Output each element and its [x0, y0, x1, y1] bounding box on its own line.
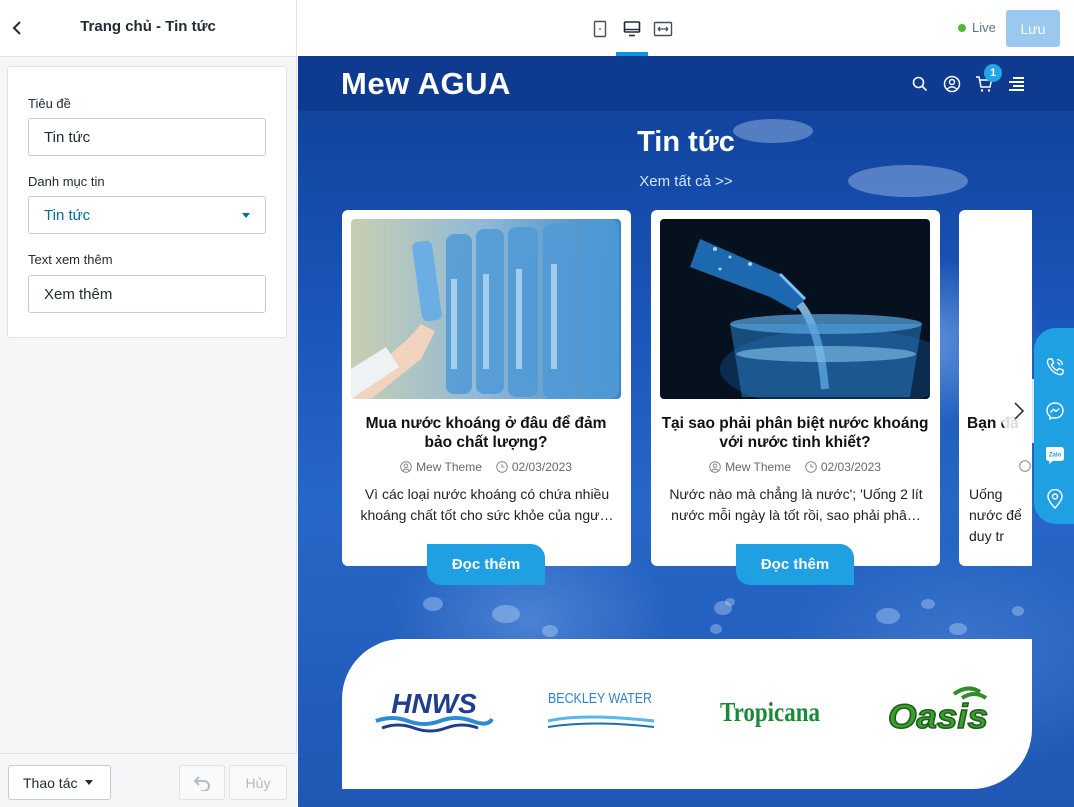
hnws-logo: HNWS: [375, 688, 494, 733]
live-label: Live: [972, 20, 996, 35]
article-excerpt: Vì các loại nước khoáng có chứa nhiều kh…: [360, 486, 614, 523]
article-meta: Mew Theme 02/03/2023: [660, 460, 930, 474]
more-text-label: Text xem thêm: [28, 252, 113, 267]
article-excerpt: Uống nước để duy tr: [969, 486, 1022, 544]
brand-hnws-text: HNWS: [391, 688, 477, 719]
title-label: Tiêu đề: [28, 96, 71, 111]
bottles-image: [351, 219, 621, 399]
tropicana-logo: Tropicana: [720, 697, 820, 727]
header-menu[interactable]: [1006, 74, 1026, 94]
see-all-link[interactable]: Xem tất cả >>: [298, 173, 1074, 190]
caret-down-icon: [85, 780, 94, 785]
menu-icon: [1009, 77, 1024, 91]
article-author: Mew Theme: [416, 460, 482, 474]
site-logo[interactable]: Mew AGUA: [341, 66, 511, 102]
read-more-button[interactable]: Đọc thêm: [736, 544, 854, 585]
article-card[interactable]: Mua nước khoáng ở đâu để đảm bảo chất lư…: [342, 210, 631, 566]
settings-card: Tiêu đề Tin tức Danh mục tin Tin tức Tex…: [7, 66, 287, 338]
zalo-button[interactable]: Zalo: [1044, 444, 1066, 466]
author-icon: [709, 461, 721, 473]
article-title[interactable]: Tại sao phải phân biệt nước khoáng với n…: [660, 414, 930, 452]
beckley-logo: BECKLEY WATER: [547, 690, 655, 728]
title-input[interactable]: Tin tức: [28, 118, 266, 156]
fullwidth-view-button[interactable]: [649, 16, 677, 42]
article-date: 02/03/2023: [820, 460, 881, 474]
article-date: 02/03/2023: [511, 460, 572, 474]
article-author: Mew Theme: [725, 460, 791, 474]
clock-icon: [496, 461, 508, 473]
live-status: Live: [958, 20, 996, 35]
brand-logos-strip: HNWS BECKLEY WATER Tropicana Oasis: [342, 639, 1032, 789]
settings-sidebar: Trang chủ - Tin tức Tiêu đề Tin tức Danh…: [0, 0, 297, 807]
search-icon: [912, 76, 928, 92]
brand-logo-beckley[interactable]: BECKLEY WATER: [542, 687, 660, 737]
brand-tropicana-text: Tropicana: [720, 697, 820, 727]
oasis-logo: Oasis: [887, 686, 989, 737]
brand-beckley-text: BECKLEY WATER: [548, 690, 652, 707]
location-icon: [1047, 489, 1063, 509]
sidebar-header: Trang chủ - Tin tức: [0, 0, 296, 57]
call-button[interactable]: [1044, 356, 1066, 378]
news-section-title: Tin tức: [637, 126, 735, 158]
editor-toolbar: Live Lưu: [298, 0, 1074, 56]
undo-icon: [193, 775, 210, 791]
mobile-view-button[interactable]: [586, 16, 614, 42]
actions-dropdown[interactable]: Thao tác: [8, 765, 111, 800]
mobile-icon: [593, 20, 607, 38]
article-card[interactable]: Tại sao phải phân biệt nước khoáng với n…: [651, 210, 940, 566]
article-meta: Mew Theme 02/03/2023: [351, 460, 621, 474]
article-image-glass[interactable]: [660, 219, 930, 399]
brand-logo-oasis[interactable]: Oasis: [882, 686, 994, 737]
article-image-bottles[interactable]: [351, 219, 621, 399]
cancel-button[interactable]: Hủy: [229, 765, 287, 800]
article-excerpt: Nước nào mà chẳng là nước'; 'Uống 2 lít …: [669, 486, 923, 523]
site-preview: Mew AGUA 1 Tin tức Xem tất cả >> Mua nướ…: [298, 56, 1074, 807]
site-header: Mew AGUA 1: [298, 56, 1074, 111]
header-account[interactable]: [942, 74, 962, 94]
messenger-icon: [1046, 402, 1064, 421]
caret-down-icon: [242, 213, 250, 218]
svg-text:Zalo: Zalo: [1049, 453, 1062, 459]
messenger-button[interactable]: [1044, 400, 1066, 422]
live-dot-icon: [958, 23, 966, 32]
chevron-right-icon: [1014, 402, 1024, 420]
category-select-value: Tin tức: [44, 206, 91, 224]
user-icon: [943, 75, 961, 93]
undo-button[interactable]: [179, 765, 225, 800]
fullwidth-icon: [653, 21, 673, 37]
author-icon: [400, 461, 412, 473]
save-button[interactable]: Lưu: [1006, 10, 1060, 47]
header-search[interactable]: [910, 74, 930, 94]
brand-oasis-text: Oasis: [888, 698, 988, 736]
desktop-icon: [623, 21, 641, 37]
article-title[interactable]: Mua nước khoáng ở đâu để đảm bảo chất lư…: [351, 414, 621, 452]
glass-image: [660, 219, 930, 399]
zalo-icon: Zalo: [1046, 447, 1064, 464]
floating-contact-bar: Zalo: [1034, 328, 1074, 524]
author-icon: [1019, 460, 1031, 472]
actions-label: Thao tác: [23, 774, 78, 791]
phone-icon: [1046, 358, 1064, 376]
article-meta: [1019, 460, 1032, 472]
category-label: Danh mục tin: [28, 174, 105, 189]
map-button[interactable]: [1044, 488, 1066, 510]
category-select[interactable]: Tin tức: [28, 196, 266, 234]
cart-count-badge: 1: [984, 64, 1002, 82]
more-text-input[interactable]: Xem thêm: [28, 275, 266, 313]
clock-icon: [805, 461, 817, 473]
brand-logo-hnws[interactable]: HNWS: [372, 687, 496, 737]
read-more-button[interactable]: Đọc thêm: [427, 544, 545, 585]
sidebar-title: Trang chủ - Tin tức: [80, 18, 216, 35]
brand-logo-tropicana[interactable]: Tropicana: [714, 687, 826, 737]
sidebar-footer: Thao tác Hủy: [0, 753, 297, 807]
desktop-view-button[interactable]: [618, 16, 646, 42]
